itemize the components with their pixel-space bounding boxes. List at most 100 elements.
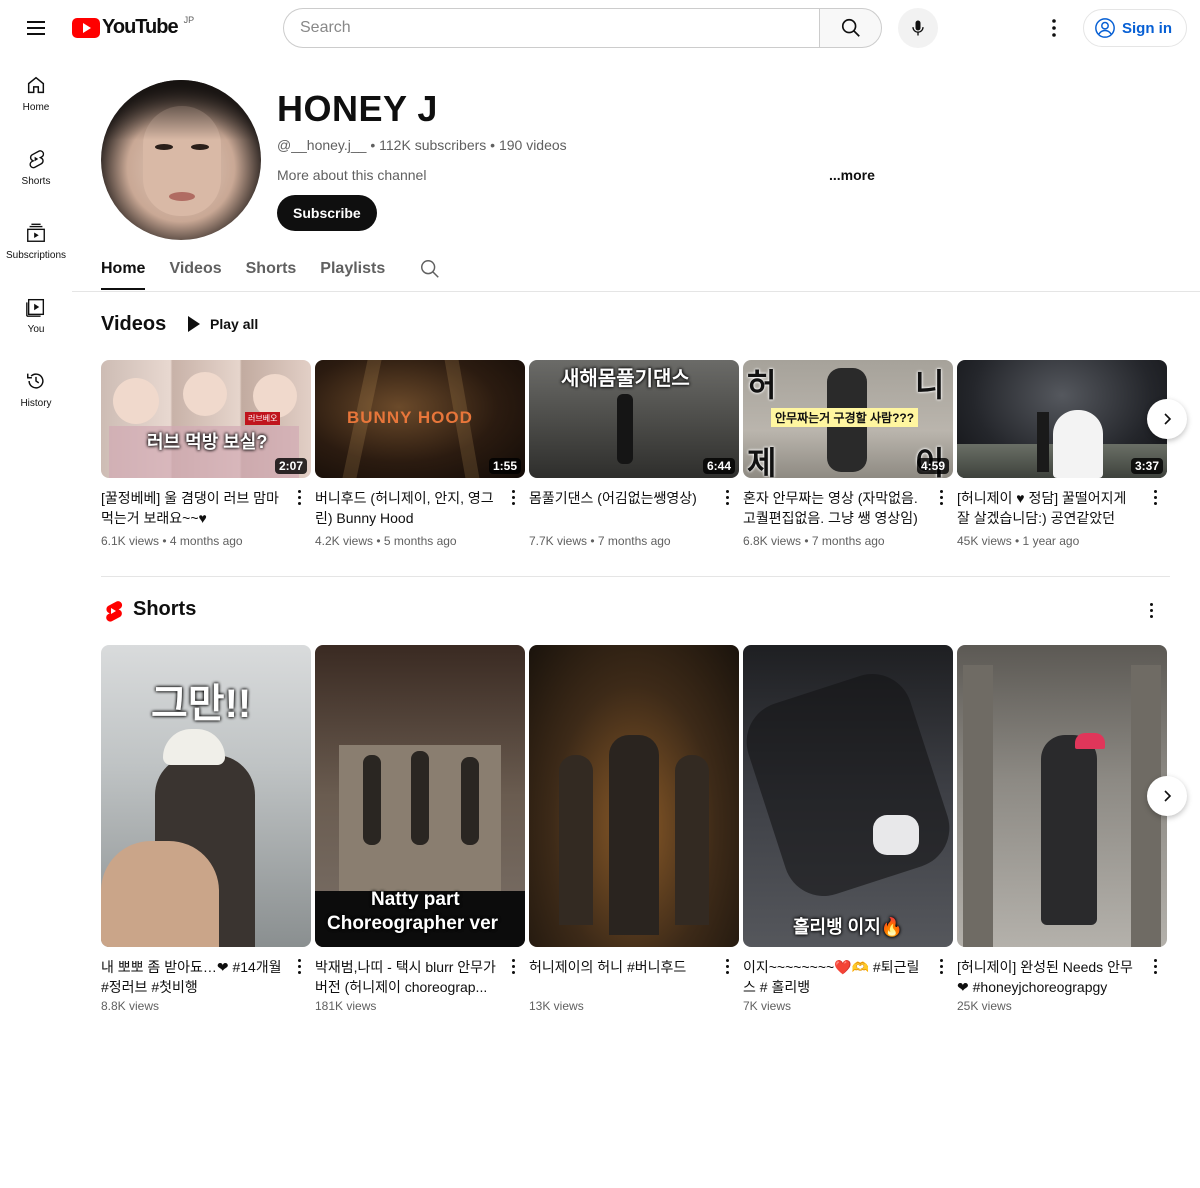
logo-text: YouTube	[102, 16, 179, 38]
video-card[interactable]: 허 니 제 이 안무짜는거 구경할 사람??? 4:59 혼자 안무짜는 영상 …	[743, 360, 953, 548]
thumbnail-char: 허	[747, 367, 777, 403]
video-card[interactable]: 러브베오 러브 먹방 보실? 2:07 [꿀정베베] 울 겸댕이 러브 맘마 먹…	[101, 360, 311, 548]
video-title[interactable]: [꿀정베베] 울 겸댕이 러브 맘마 먹는거 보래요~~♥	[101, 488, 287, 528]
video-more-icon[interactable]	[505, 488, 521, 506]
nav-label: Shorts	[21, 175, 51, 187]
tab-playlists[interactable]: Playlists	[320, 252, 385, 290]
settings-more-icon[interactable]	[1040, 14, 1068, 42]
shorts-section-more-icon[interactable]	[1142, 600, 1160, 620]
nav-label: You	[27, 323, 45, 335]
video-meta: 7.7K views • 7 months ago	[529, 534, 671, 548]
play-icon	[188, 316, 200, 332]
short-more-icon[interactable]	[1147, 957, 1163, 975]
video-card[interactable]: BUNNY HOOD 1:55 버니후드 (허니제이, 안지, 영그 린) Bu…	[315, 360, 525, 548]
menu-icon[interactable]	[20, 12, 52, 44]
tab-videos[interactable]: Videos	[169, 252, 221, 290]
video-title[interactable]: 혼자 안무짜는 영상 (자막없음. 고퀄편집없음. 그냥 쌩 영상임)	[743, 488, 929, 528]
tab-home[interactable]: Home	[101, 252, 146, 290]
logo-region: JP	[183, 14, 195, 25]
video-thumbnail[interactable]: BUNNY HOOD 1:55	[315, 360, 525, 478]
video-thumbnail[interactable]: 3:37	[957, 360, 1167, 478]
short-card[interactable]: 홀리뱅 이지🔥 이지~~~~~~~~❤️🫶 #퇴근릴스 # 홀리뱅 7K vie…	[743, 645, 953, 1013]
video-card[interactable]: 3:37 [허니제이 ♥ 정담] 꿀떨어지게 잘 살겠습니담:) 공연같았던 결…	[957, 360, 1167, 548]
short-more-icon[interactable]	[291, 957, 307, 975]
microphone-icon	[912, 20, 924, 36]
video-thumbnail[interactable]: 허 니 제 이 안무짜는거 구경할 사람??? 4:59	[743, 360, 953, 478]
search-button[interactable]	[819, 8, 882, 48]
videos-next-button[interactable]	[1147, 399, 1187, 439]
channel-about-link[interactable]: More about this channel	[277, 167, 426, 183]
thumbnail-overlay-text: 새해몸풀기댄스	[561, 368, 690, 390]
video-thumbnail[interactable]: 러브베오 러브 먹방 보실? 2:07	[101, 360, 311, 478]
channel-more-link[interactable]: ...more	[829, 167, 875, 183]
video-title[interactable]: 몸풀기댄스 (어김없는쌩영상)	[529, 488, 715, 528]
short-title[interactable]: 내 뽀뽀 좀 받아됴…❤ #14개월 #정러브 #첫비행	[101, 957, 287, 997]
video-duration: 3:37	[1130, 458, 1163, 474]
short-views: 25K views	[957, 999, 1012, 1013]
thumbnail-overlay-text: 안무짜는거 구경할 사람???	[771, 408, 919, 427]
nav-label: Subscriptions	[5, 249, 67, 261]
short-title[interactable]: 박재범,나띠 - 택시 blurr 안무가 버전 (허니제이 choreogra…	[315, 957, 501, 997]
thumbnail-char: 제	[747, 445, 777, 478]
video-duration: 2:07	[274, 458, 307, 474]
short-views: 181K views	[315, 999, 377, 1013]
shorts-next-button[interactable]	[1147, 776, 1187, 816]
shorts-icon	[29, 149, 45, 168]
short-views: 8.8K views	[101, 999, 160, 1013]
short-thumbnail[interactable]	[957, 645, 1167, 947]
top-bar: YouTube JP Sign in	[0, 0, 1200, 56]
short-overlay-text: 그만!!	[151, 682, 252, 726]
video-card[interactable]: 새해몸풀기댄스 6:44 몸풀기댄스 (어김없는쌩영상) 7.7K views …	[529, 360, 739, 548]
thumbnail-overlay-text: BUNNY HOOD	[347, 408, 473, 427]
channel-search-icon[interactable]	[419, 258, 441, 285]
short-more-icon[interactable]	[505, 957, 521, 975]
short-more-icon[interactable]	[719, 957, 735, 975]
channel-avatar	[101, 80, 261, 240]
short-thumbnail[interactable]	[529, 645, 739, 947]
youtube-logo[interactable]: YouTube JP	[72, 15, 194, 39]
thumbnail-char: 니	[915, 367, 945, 403]
short-card[interactable]: 허니제이의 허니 #버니후드 13K views	[529, 645, 739, 1013]
search-input[interactable]	[283, 8, 819, 48]
thumbnail-badge: 러브베오	[245, 412, 281, 425]
nav-item-subscriptions[interactable]: Subscriptions	[0, 204, 72, 278]
short-overlay-text-2: Choreographer ver	[327, 913, 499, 934]
short-thumbnail[interactable]: 홀리뱅 이지🔥	[743, 645, 953, 947]
nav-label: History	[20, 397, 52, 409]
short-title[interactable]: 이지~~~~~~~~❤️🫶 #퇴근릴스 # 홀리뱅	[743, 957, 929, 997]
nav-item-shorts[interactable]: Shorts	[0, 130, 72, 204]
video-title[interactable]: 버니후드 (허니제이, 안지, 영그 린) Bunny Hood	[315, 488, 501, 528]
video-more-icon[interactable]	[719, 488, 735, 506]
short-overlay-text: Natty part	[371, 889, 460, 910]
subscriptions-icon	[27, 223, 45, 242]
short-thumbnail[interactable]: 그만!!	[101, 645, 311, 947]
sign-in-button[interactable]: Sign in	[1083, 9, 1187, 47]
video-meta: 6.1K views • 4 months ago	[101, 534, 243, 548]
tab-shorts[interactable]: Shorts	[246, 252, 297, 290]
play-all-button[interactable]: Play all	[188, 316, 258, 332]
short-thumbnail[interactable]: Natty part Choreographer ver	[315, 645, 525, 947]
video-title[interactable]: [허니제이 ♥ 정담] 꿀떨어지게 잘 살겠습니담:) 공연같았던 결...	[957, 488, 1143, 528]
video-more-icon[interactable]	[933, 488, 949, 506]
short-title[interactable]: 허니제이의 허니 #버니후드	[529, 957, 715, 997]
thumbnail-overlay-text: 러브 먹방 보실?	[147, 432, 268, 452]
home-icon	[27, 76, 45, 93]
chevron-right-icon	[1164, 413, 1172, 425]
subscribe-button[interactable]: Subscribe	[277, 195, 377, 231]
short-card[interactable]: [허니제이] 완성된 Needs 안무 ❤ #honeyjchoreograpg…	[957, 645, 1167, 1013]
short-title[interactable]: [허니제이] 완성된 Needs 안무 ❤ #honeyjchoreograpg…	[957, 957, 1143, 997]
video-thumbnail[interactable]: 새해몸풀기댄스 6:44	[529, 360, 739, 478]
short-card[interactable]: 그만!! 내 뽀뽀 좀 받아됴…❤ #14개월 #정러브 #첫비행 8.8K v…	[101, 645, 311, 1013]
voice-search-button[interactable]	[898, 8, 938, 48]
video-more-icon[interactable]	[291, 488, 307, 506]
video-more-icon[interactable]	[1147, 488, 1163, 506]
nav-item-you[interactable]: You	[0, 278, 72, 352]
account-icon	[1095, 18, 1115, 38]
video-duration: 6:44	[702, 458, 735, 474]
short-card[interactable]: Natty part Choreographer ver 박재범,나띠 - 택시…	[315, 645, 525, 1013]
nav-item-history[interactable]: History	[0, 352, 72, 426]
video-meta: 6.8K views • 7 months ago	[743, 534, 885, 548]
side-nav: Home Shorts Subscriptions You History	[0, 56, 72, 426]
nav-item-home[interactable]: Home	[0, 56, 72, 130]
short-more-icon[interactable]	[933, 957, 949, 975]
